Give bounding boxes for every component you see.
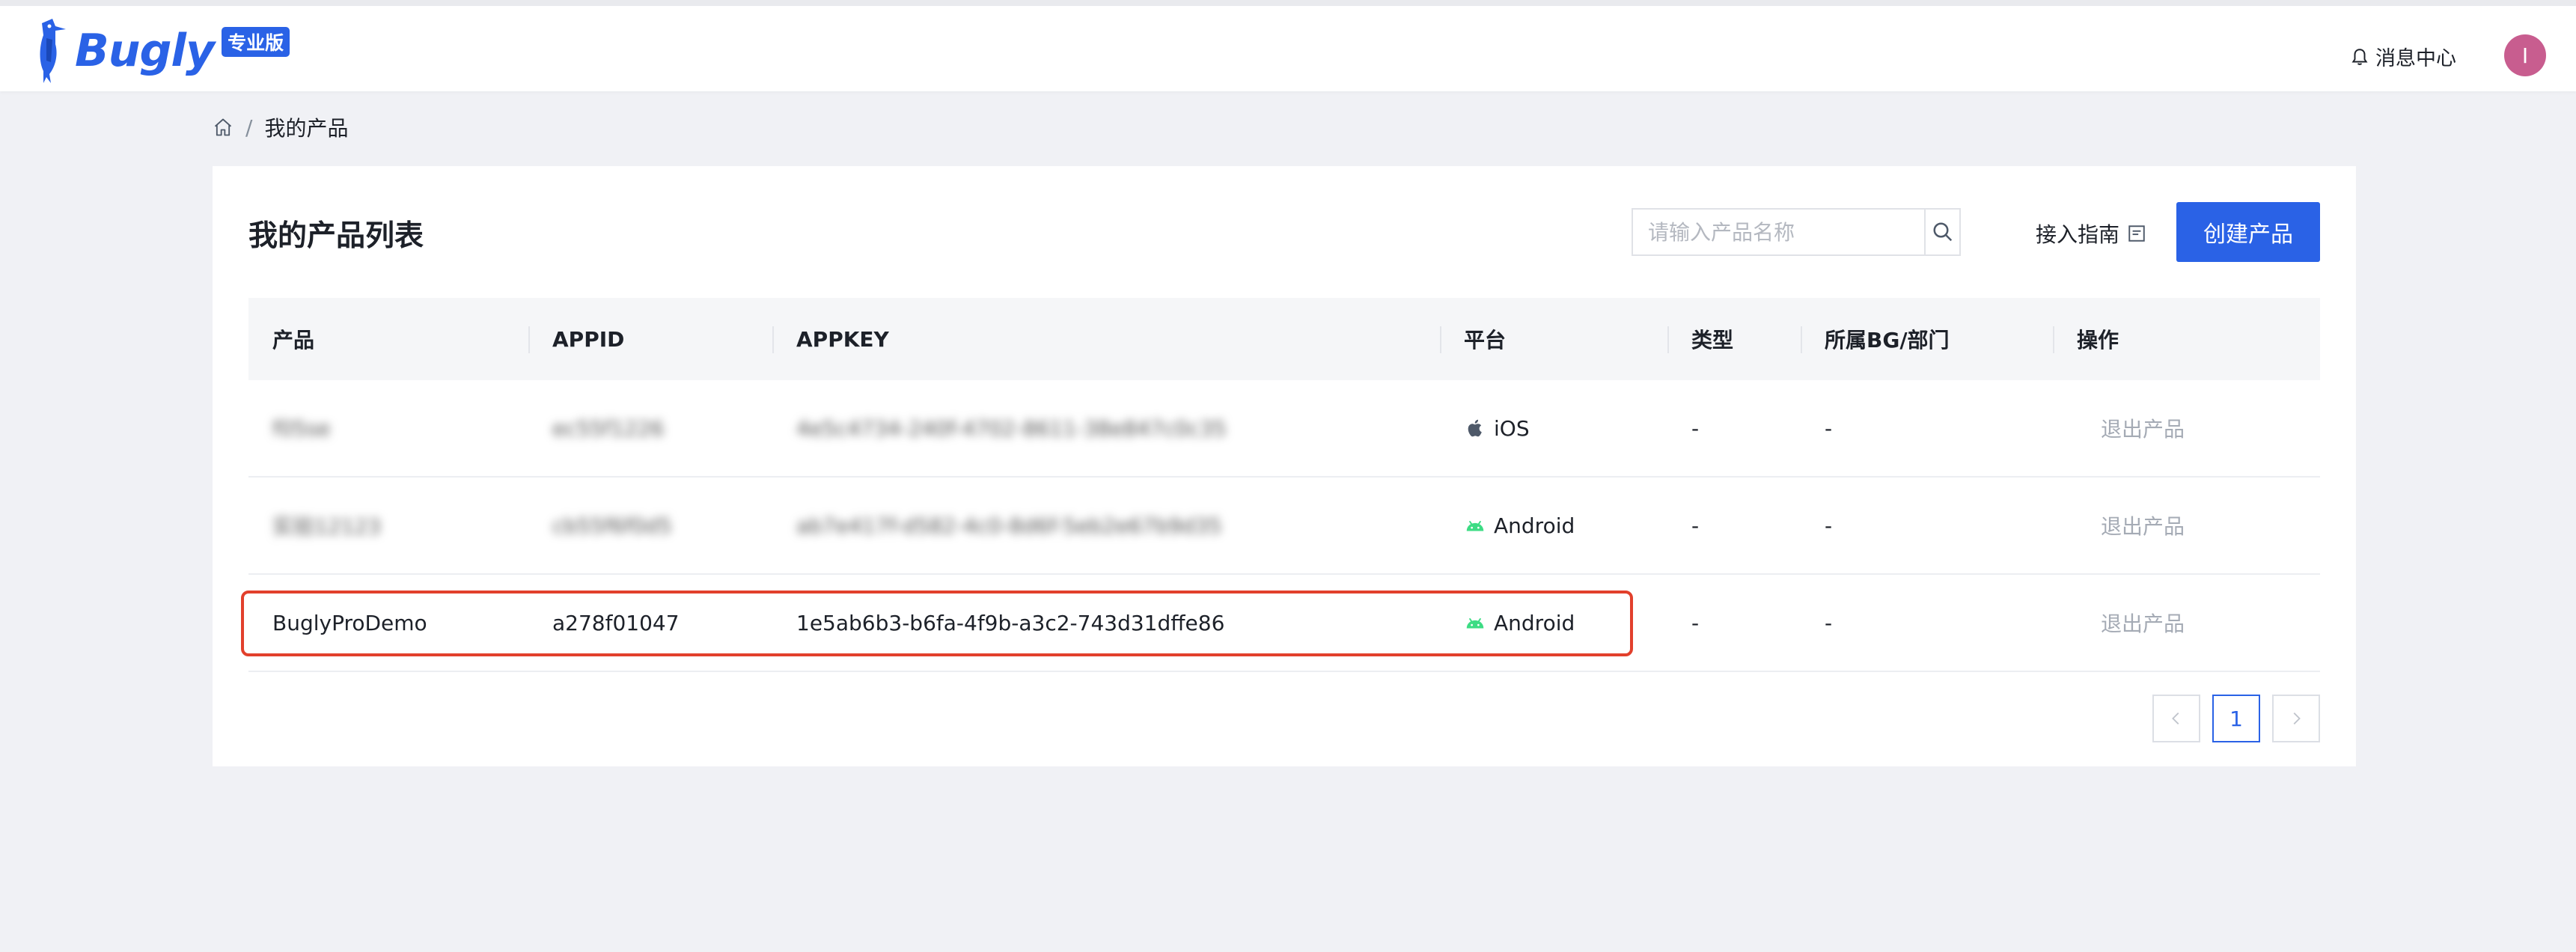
app-key: ab7e417f-d582-4c0-8d6f-5eb2e67b9d35 (796, 513, 1222, 538)
breadcrumb-current: 我的产品 (264, 116, 349, 141)
breadcrumb: / 我的产品 (213, 112, 348, 142)
android-icon (1466, 521, 1484, 531)
column-header-actions: 操作 (2053, 298, 2320, 380)
product-name: 实验12123 (272, 514, 382, 539)
column-header-department: 所属BG/部门 (1801, 298, 2053, 380)
table-row[interactable]: 实验12123 cb55f6f0d5 ab7e417f-d582-4c0-8d6… (248, 477, 2320, 575)
column-header-appid: APPID (528, 298, 772, 380)
platform-label: Android (1494, 513, 1575, 538)
document-icon (2128, 225, 2145, 242)
message-center-link[interactable]: 消息中心 (2350, 42, 2456, 71)
column-header-appkey: APPKEY (772, 298, 1440, 380)
table-header: 产品 APPID APPKEY 平台 类型 所属BG/部门 操作 (248, 298, 2320, 380)
message-center-label: 消息中心 (2375, 47, 2456, 70)
app-id: ec55f1226 (552, 415, 665, 441)
page-title: 我的产品列表 (248, 219, 424, 253)
app-key: 1e5ab6b3-b6fa-4f9b-a3c2-743d31dffe86 (796, 610, 1225, 635)
app-key: 4e5c4734-240f-4702-8611-38e847c0c35 (796, 415, 1227, 441)
department-cell: - (1825, 513, 1833, 538)
platform-label: iOS (1494, 415, 1530, 441)
integration-guide-label: 接入指南 (2036, 222, 2120, 247)
app-id: a278f01047 (552, 610, 680, 635)
breadcrumb-separator: / (245, 115, 253, 140)
bell-icon (2351, 48, 2368, 65)
search-input[interactable] (1633, 210, 1924, 254)
table-row[interactable]: f05se ec55f1226 4e5c4734-240f-4702-8611-… (248, 380, 2320, 477)
logo-text: Bugly (75, 25, 215, 77)
prev-page-button[interactable] (2152, 695, 2200, 742)
bugly-logo[interactable]: Bugly 专业版 (33, 13, 290, 88)
platform-label: Android (1494, 610, 1575, 635)
edition-badge: 专业版 (222, 27, 290, 57)
user-avatar[interactable]: I (2504, 34, 2546, 76)
pagination: 1 (2152, 695, 2320, 742)
type-cell: - (1691, 513, 1700, 538)
department-cell: - (1825, 415, 1833, 441)
create-product-button[interactable]: 创建产品 (2176, 202, 2320, 262)
home-icon[interactable] (213, 117, 234, 138)
exit-product-link[interactable]: 退出产品 (2053, 380, 2320, 476)
apple-icon (1468, 419, 1482, 437)
search-icon (1933, 222, 1952, 242)
type-cell: - (1691, 415, 1700, 441)
column-header-product: 产品 (272, 328, 315, 353)
search-button[interactable] (1924, 210, 1959, 254)
exit-product-link[interactable]: 退出产品 (2053, 575, 2320, 671)
chevron-right-icon (2293, 713, 2301, 724)
integration-guide-link[interactable]: 接入指南 (2036, 219, 2146, 248)
exit-product-link[interactable]: 退出产品 (2053, 477, 2320, 573)
android-icon (1466, 618, 1484, 629)
next-page-button[interactable] (2272, 695, 2320, 742)
chevron-left-icon (2172, 713, 2179, 724)
product-name: BuglyProDemo (272, 610, 427, 635)
product-table: 产品 APPID APPKEY 平台 类型 所属BG/部门 操作 f05se e… (248, 298, 2320, 672)
app-id: cb55f6f0d5 (552, 513, 672, 538)
top-bar: Bugly 专业版 消息中心 I (0, 0, 2576, 91)
department-cell: - (1825, 610, 1833, 635)
woodpecker-logo-icon (40, 19, 66, 83)
type-cell: - (1691, 610, 1700, 635)
column-header-type: 类型 (1667, 298, 1801, 380)
page-number-button[interactable]: 1 (2212, 695, 2260, 742)
column-header-platform: 平台 (1440, 298, 1667, 380)
product-list-card: 我的产品列表 接入指南 创建产品 产品 APPID APPKEY 平台 类型 所… (213, 166, 2356, 766)
product-name: f05se (272, 415, 331, 441)
search-box (1632, 208, 1961, 256)
table-row[interactable]: BuglyProDemo a278f01047 1e5ab6b3-b6fa-4f… (248, 575, 2320, 672)
